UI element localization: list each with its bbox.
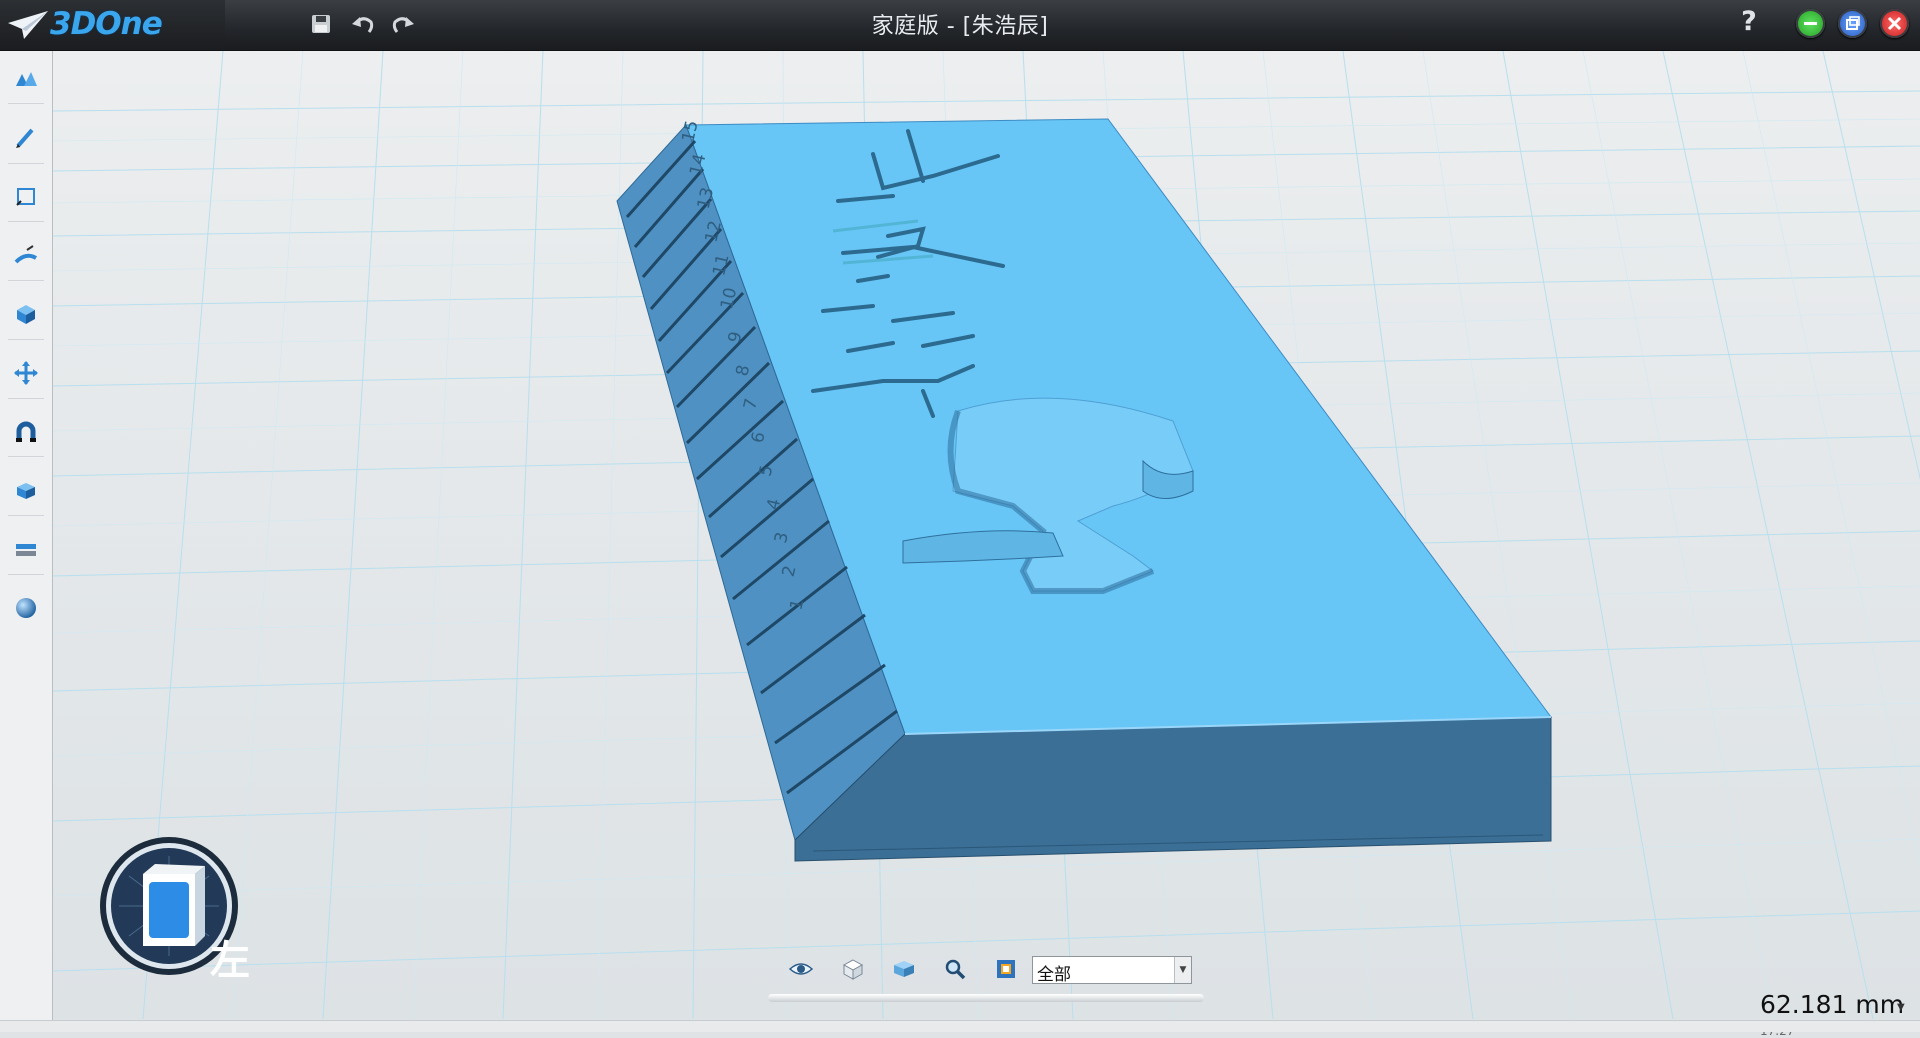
render-mode-button[interactable] bbox=[992, 955, 1020, 983]
toolbar-divider bbox=[8, 574, 44, 575]
window-title: 家庭版 - [朱浩辰] bbox=[871, 14, 1049, 39]
toolbar-divider bbox=[8, 103, 44, 104]
pattern-icon bbox=[17, 483, 35, 499]
render-ball-button[interactable] bbox=[10, 592, 42, 624]
render-mode-icon bbox=[997, 960, 1015, 978]
status-bar bbox=[0, 1020, 1920, 1032]
pattern-button[interactable] bbox=[10, 475, 42, 507]
toolbar-divider bbox=[8, 515, 44, 516]
help-button[interactable]: ? bbox=[1734, 6, 1764, 42]
basic-solid-icon bbox=[16, 72, 37, 86]
model-front-face bbox=[794, 716, 1552, 862]
chevron-down-icon[interactable]: ▼ bbox=[1174, 957, 1191, 983]
toolbar-divider bbox=[8, 163, 44, 164]
left-toolbar bbox=[0, 51, 53, 1020]
toolbar-divider bbox=[8, 456, 44, 457]
move-button[interactable] bbox=[10, 357, 42, 389]
toolbar-divider bbox=[8, 280, 44, 281]
minimize-icon bbox=[1804, 22, 1817, 25]
measure-value: 62.181 mm bbox=[1760, 990, 1905, 1019]
combine-icon bbox=[16, 421, 36, 442]
minimize-button[interactable] bbox=[1796, 9, 1825, 38]
basic-solid-button[interactable] bbox=[10, 63, 42, 95]
close-icon bbox=[1887, 16, 1902, 31]
bottom-toolbar-shadow bbox=[768, 994, 1204, 1002]
show-hide-button[interactable] bbox=[787, 955, 815, 983]
view-cube-face-label[interactable]: 左 bbox=[205, 933, 255, 989]
zoom-view-button[interactable] bbox=[941, 955, 969, 983]
restore-button[interactable] bbox=[1838, 9, 1867, 38]
title-bar: 3DOne 家庭版 - [朱浩辰] ? bbox=[0, 0, 1920, 51]
wireframe-view-button[interactable] bbox=[839, 955, 867, 983]
wireframe-cube-icon bbox=[842, 959, 864, 980]
close-button[interactable] bbox=[1880, 9, 1909, 38]
render-ball-icon bbox=[16, 598, 36, 618]
selection-filter-value: 全部 bbox=[1037, 965, 1071, 985]
ruler-model[interactable]: 123456789101112131415 bbox=[616, 118, 1552, 862]
sketch-edit-button[interactable] bbox=[10, 181, 42, 213]
restore-icon bbox=[1846, 16, 1860, 30]
eye-icon bbox=[789, 963, 813, 975]
special-feature-icon bbox=[14, 245, 38, 264]
distance-measure-icon bbox=[16, 544, 36, 556]
sketch-draw-button[interactable] bbox=[10, 122, 42, 154]
shaded-view-button[interactable] bbox=[890, 955, 918, 983]
feature-modify-button[interactable] bbox=[10, 298, 42, 330]
model-scene: 123456789101112131415 bbox=[53, 51, 1920, 1019]
magnifier-icon bbox=[945, 959, 966, 980]
distance-measure-button[interactable] bbox=[10, 534, 42, 566]
combine-button[interactable] bbox=[10, 416, 42, 448]
3d-viewport[interactable]: 1 2 3 4 5 6 7 8 9 10 11 12 13 14 15 左 bbox=[53, 51, 1920, 1019]
toolbar-divider bbox=[8, 221, 44, 222]
feature-modify-icon bbox=[17, 305, 35, 324]
toolbar-divider bbox=[8, 398, 44, 399]
special-feature-button[interactable] bbox=[10, 240, 42, 272]
sketch-draw-icon bbox=[16, 128, 34, 148]
selection-filter-dropdown[interactable]: 全部 ▼ bbox=[1032, 956, 1192, 985]
move-icon bbox=[14, 361, 38, 385]
toolbar-divider bbox=[8, 339, 44, 340]
sketch-edit-icon bbox=[16, 188, 35, 206]
shaded-cube-icon bbox=[894, 961, 914, 977]
measure-dropdown-icon[interactable]: ▼ bbox=[1897, 1002, 1905, 1013]
